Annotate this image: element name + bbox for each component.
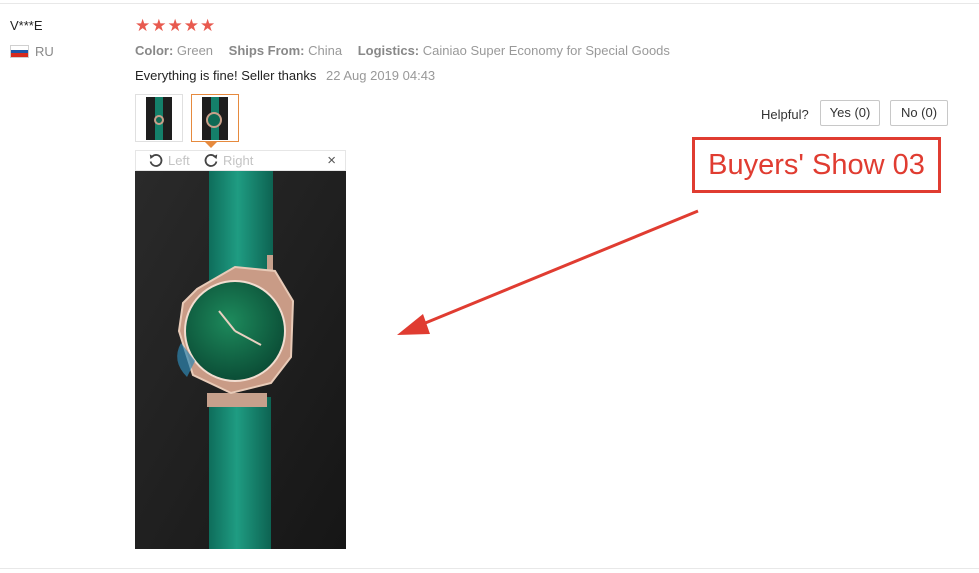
selected-thumbnail-pointer: [205, 142, 217, 148]
reviewer-name: V***E: [10, 18, 43, 33]
logistics-label: Logistics:: [357, 43, 420, 58]
review-date: 22 Aug 2019 04:43: [326, 68, 436, 83]
thumbnail-image: [202, 97, 228, 140]
color-value: Green: [176, 43, 214, 58]
helpful-yes-button[interactable]: Yes (0): [820, 100, 880, 126]
close-viewer-button[interactable]: ×: [327, 152, 336, 169]
star-icon: ★: [200, 16, 217, 35]
rotate-left-button[interactable]: Left: [148, 152, 190, 168]
review-text: Everything is fine! Seller thanks: [135, 68, 317, 83]
star-icon: ★: [135, 16, 152, 35]
russia-flag-icon: [10, 45, 29, 58]
order-attributes: Color: Green Ships From: China Logistics…: [135, 43, 682, 58]
review-body: Everything is fine! Seller thanks 22 Aug…: [135, 68, 435, 83]
star-icon: ★: [151, 16, 168, 35]
rotate-right-icon: [204, 154, 218, 167]
color-label: Color:: [135, 43, 174, 58]
rotate-left-icon: [149, 154, 163, 167]
star-icon: ★: [167, 16, 184, 35]
star-rating: ★★★★★: [135, 16, 216, 36]
country-code: RU: [35, 44, 54, 59]
rotate-right-button[interactable]: Right: [203, 152, 253, 168]
photo-viewer-toolbar: Left Right ×: [135, 150, 346, 171]
thumbnail-image: [146, 97, 172, 140]
ships-from-value: China: [308, 43, 343, 58]
photo-thumbnail-1[interactable]: [135, 94, 183, 142]
star-icon: ★: [183, 16, 200, 35]
ships-from-label: Ships From:: [228, 43, 305, 58]
review-photo: [135, 171, 346, 549]
top-divider: [0, 3, 979, 4]
rotate-right-label: Right: [223, 152, 254, 168]
logistics-value: Cainiao Super Economy for Special Goods: [422, 43, 670, 58]
buyers-show-callout: Buyers' Show 03: [692, 137, 941, 193]
helpful-no-button[interactable]: No (0): [890, 100, 948, 126]
reviewer-country: RU: [10, 44, 54, 59]
helpful-label: Helpful?: [761, 107, 809, 122]
bottom-divider: [0, 568, 979, 569]
rotate-left-label: Left: [168, 152, 190, 168]
photo-thumbnail-2[interactable]: [191, 94, 239, 142]
